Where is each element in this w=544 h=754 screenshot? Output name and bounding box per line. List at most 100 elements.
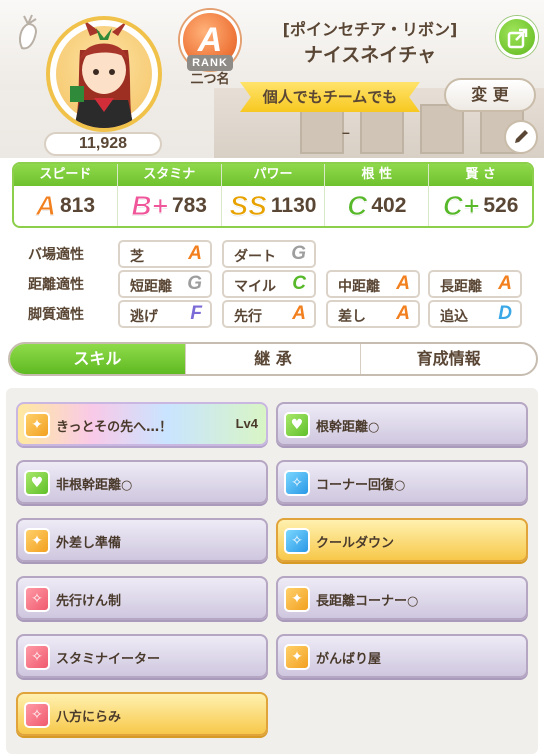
stat-value-row: SS 1130 [222, 186, 325, 226]
aptitude-chip: マイル C [222, 270, 316, 298]
skill-item[interactable]: ✦ 外差し準備 [16, 518, 268, 562]
aptitude-chip: 芝A [118, 240, 212, 268]
motto-banner: 個人でもチームでも [240, 82, 420, 112]
tab-inheritance[interactable]: 継 承 [186, 344, 362, 374]
stat-2: パワー SS 1130 [221, 164, 326, 226]
aptitude-name: 逃げ [130, 309, 158, 325]
skill-debuff-icon: ✧ [24, 644, 50, 670]
stat-value-row: B+ 783 [118, 186, 221, 226]
pencil-icon [515, 130, 528, 143]
skill-icon-glyph: ✧ [31, 707, 43, 723]
skill-stam-icon: ♥ [24, 470, 50, 496]
aptitude-name: 短距離 [130, 279, 172, 295]
tab-training-info[interactable]: 育成情報 [361, 344, 536, 374]
character-portrait [46, 16, 162, 132]
skill-name: 非根幹距離○ [56, 478, 133, 493]
aptitude-chip: 中距離 A [326, 270, 420, 298]
skill-name: 外差し準備 [56, 536, 122, 551]
aptitude-grade: A [188, 243, 202, 264]
stat-grade: C+ [442, 190, 480, 222]
stat-0: スピード A 813 [14, 164, 118, 226]
carrot-icon[interactable] [14, 14, 42, 52]
stat-grade: A [35, 190, 56, 222]
skill-item[interactable]: ✧ クールダウン [276, 518, 528, 562]
share-icon [507, 28, 528, 49]
aptitude-grade: A [292, 303, 306, 324]
skill-name: クールダウン [316, 536, 395, 551]
skill-item[interactable]: ✧ コーナー回復○ [276, 460, 528, 504]
skill-item[interactable]: ✧ スタミナイーター [16, 634, 268, 678]
skill-heal-icon: ✧ [284, 528, 310, 554]
aptitude-grade: G [187, 273, 202, 294]
tab-skills[interactable]: スキル [10, 344, 186, 374]
share-button[interactable] [496, 16, 538, 58]
change-button[interactable]: 変 更 [444, 78, 536, 112]
skill-icon-glyph: ✧ [31, 649, 43, 665]
profile-header: 11,928 A RANK 二つ名 [ポインセチア・リボン] ナイスネイチャ 個… [0, 0, 544, 158]
skill-item[interactable]: ♥ 非根幹距離○ [16, 460, 268, 504]
aptitude-chip: 追込 D [428, 300, 522, 328]
stat-label: スピード [14, 164, 117, 186]
skill-debuff-icon: ✧ [24, 702, 50, 728]
skill-item[interactable]: ✦ 長距離コーナー○ [276, 576, 528, 620]
aptitude-label: バ場適性 [28, 247, 84, 263]
aptitude-name: ダート [234, 249, 276, 265]
skill-icon-glyph: ✦ [31, 533, 43, 549]
aptitude-label: 脚質適性 [28, 307, 84, 323]
aptitude-name: マイル [234, 279, 276, 295]
skill-name: 長距離コーナー○ [316, 594, 419, 609]
aptitude-name: 先行 [234, 309, 262, 325]
character-name: ナイスネイチャ [303, 44, 437, 66]
skill-list: ✦ きっとその先へ…！ Lv4 ♥ 根幹距離○ ♥ 非根幹距離○ ✧ コーナー回復○ ✦ 外差し準備… [6, 388, 538, 754]
skill-stam-icon: ♥ [284, 412, 310, 438]
stat-label: スタミナ [117, 164, 221, 186]
aptitude-grade: C [292, 273, 306, 294]
stat-1: スタミナ B+ 783 [117, 164, 222, 226]
skill-name: 八方にらみ [56, 710, 122, 725]
edit-button[interactable] [504, 120, 538, 154]
stat-grade: C [347, 190, 368, 222]
stat-label: 根 性 [325, 164, 429, 186]
aptitude-grade: A [396, 273, 410, 294]
stat-grade: SS [229, 190, 267, 222]
skill-item[interactable]: ♥ 根幹距離○ [276, 402, 528, 446]
stat-grade: B+ [131, 190, 169, 222]
fan-count: 11,928 [44, 132, 162, 156]
skill-name: 根幹距離○ [316, 420, 380, 435]
stat-label: 賢 さ [429, 164, 532, 186]
aptitude-chip: 逃げ F [118, 300, 212, 328]
aptitude-grade: F [190, 303, 202, 324]
skill-item[interactable]: ✦ きっとその先へ…！ Lv4 [16, 402, 268, 446]
stat-4: 賢 さ C+ 526 [429, 164, 532, 226]
stat-value: 402 [371, 194, 407, 217]
aptitude-chip: 短距離 G [118, 270, 212, 298]
aptitude-grade: A [498, 273, 512, 294]
stat-value: 783 [171, 194, 207, 217]
skill-icon-glyph: ✧ [31, 591, 43, 607]
aptitude-row: バ場適性芝 A ダート G [14, 240, 534, 268]
aptitude-row: 脚質適性 逃げ F 先行 A 差し A 追込 D [14, 300, 534, 328]
skill-icon-glyph: ♥ [30, 475, 44, 491]
aptitude-label: 距離適性 [28, 277, 84, 293]
skill-level: Lv4 [235, 416, 258, 431]
skill-icon-glyph: ✦ [291, 649, 303, 665]
aptitude-name: 長距離 [440, 279, 482, 295]
aptitude-chip: 先行 A [222, 300, 316, 328]
skill-name: きっとその先へ…！ [56, 420, 173, 435]
aptitude-name: 芝 [130, 249, 144, 265]
aptitude-name: 差し [338, 309, 366, 325]
stat-value-row: C 402 [325, 186, 428, 226]
stat-value: 526 [483, 194, 519, 217]
skill-icon-glyph: ✧ [291, 475, 303, 491]
skill-item[interactable]: ✦ がんばり屋 [276, 634, 528, 678]
skill-item[interactable]: ✧ 八方にらみ [16, 692, 268, 736]
rank-badge: A RANK [180, 10, 240, 71]
stats-panel: スピード A 813 スタミナ B+ 783 パワー SS 1130 根 性 C 402 賢 さ C+ 52… [12, 162, 534, 228]
aptitude-grade: D [498, 303, 512, 324]
stat-3: 根 性 C 402 [325, 164, 430, 226]
skill-speed-icon: ✦ [24, 528, 50, 554]
skill-item[interactable]: ✧ 先行けん制 [16, 576, 268, 620]
skill-heal-icon: ✧ [284, 470, 310, 496]
aptitude-row: 距離適性 短距離 G マイル C 中距離 A 長距離 A [14, 270, 534, 298]
stat-value-row: C+ 526 [429, 186, 532, 226]
